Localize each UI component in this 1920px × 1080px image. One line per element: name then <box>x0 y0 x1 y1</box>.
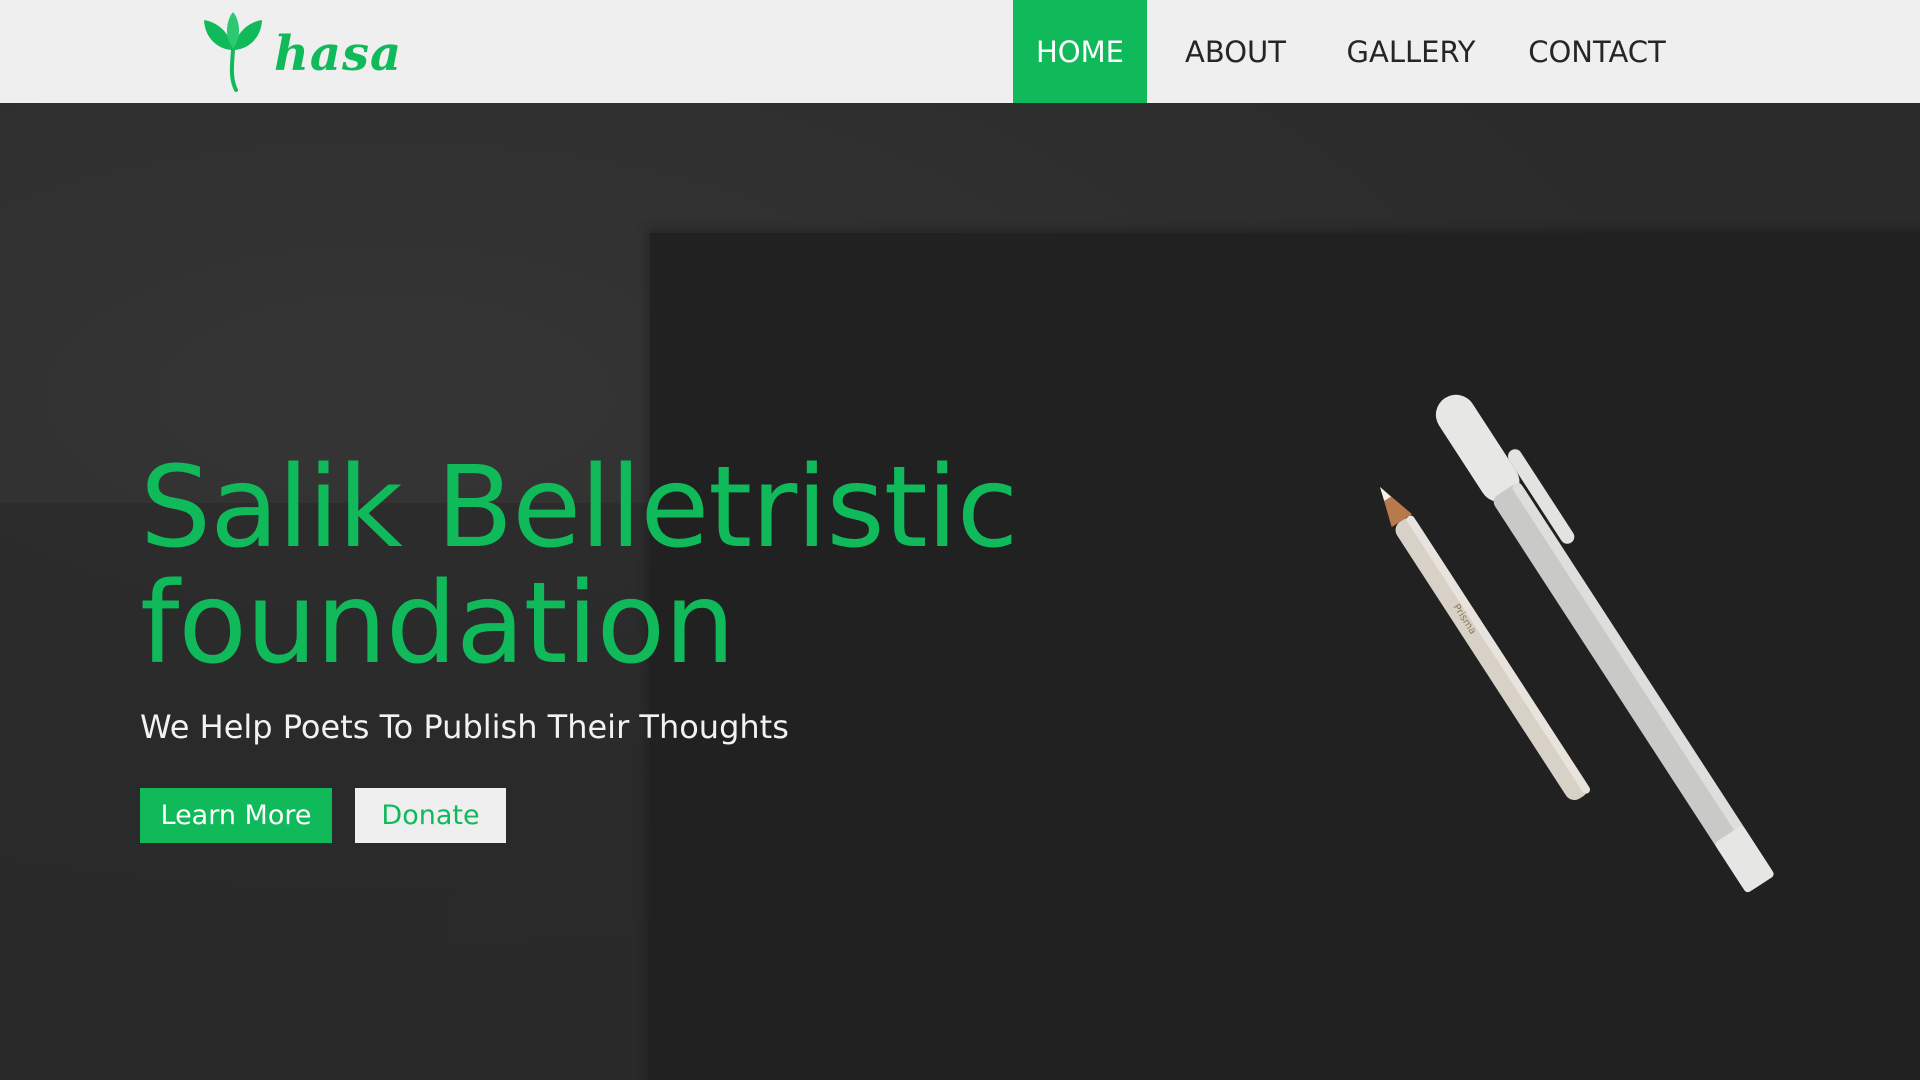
logo-text: hasa <box>274 26 403 82</box>
site-header: hasa HOME ABOUT GALLERY CONTACT <box>0 0 1920 103</box>
hero-section: Prisma Salik Belletristic foundation We … <box>0 103 1920 1080</box>
nav-contact[interactable]: CONTACT <box>1498 0 1696 103</box>
learn-more-button[interactable]: Learn More <box>140 788 332 843</box>
donate-button[interactable]: Donate <box>355 788 506 843</box>
nav-about[interactable]: ABOUT <box>1147 0 1324 103</box>
hero-title: Salik Belletristic foundation <box>140 443 1018 689</box>
main-nav: HOME ABOUT GALLERY CONTACT <box>1013 0 1696 103</box>
leaf-sprout-icon <box>204 12 262 92</box>
logo[interactable]: hasa <box>200 10 402 94</box>
hero-subtitle: We Help Poets To Publish Their Thoughts <box>140 708 789 746</box>
pencil-and-pen-image: Prisma <box>1380 394 1774 893</box>
nav-home[interactable]: HOME <box>1013 0 1147 103</box>
nav-gallery[interactable]: GALLERY <box>1324 0 1498 103</box>
